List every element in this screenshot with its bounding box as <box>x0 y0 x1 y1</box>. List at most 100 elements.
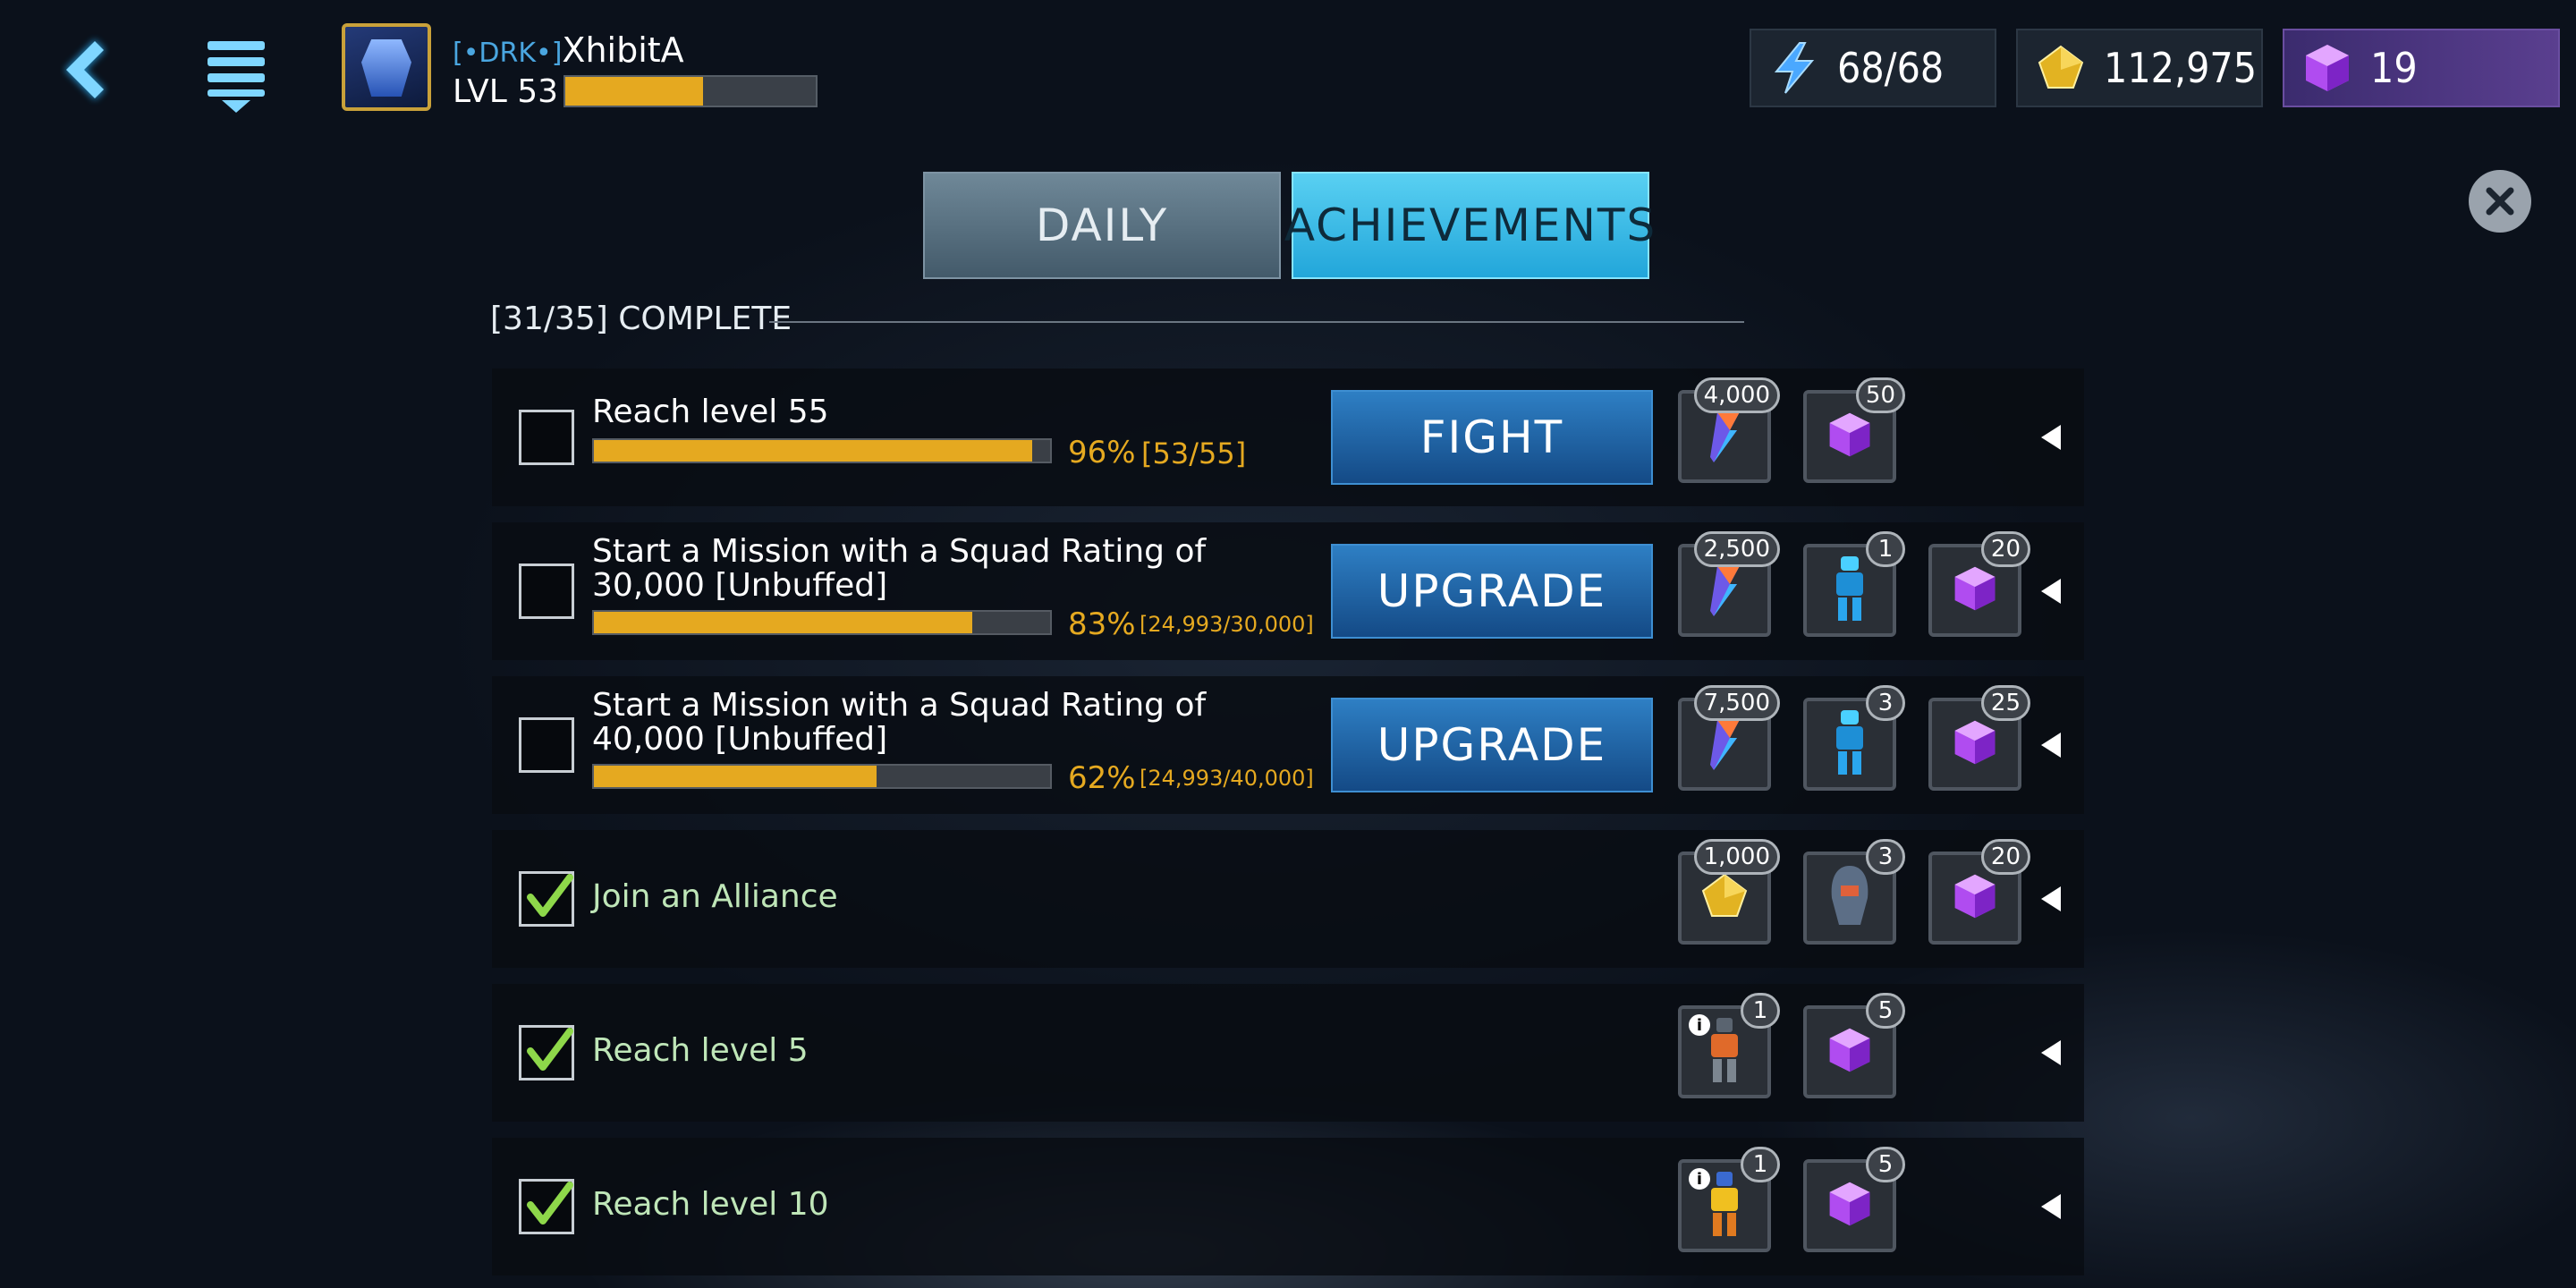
divider <box>769 321 1744 323</box>
gems-value: 19 <box>2370 44 2418 92</box>
tab-achievements[interactable]: ACHIEVEMENTS <box>1284 172 1655 279</box>
gem-cube-icon <box>1950 564 2000 617</box>
expand-arrow-icon[interactable] <box>2041 733 2061 758</box>
checkmark-icon <box>527 874 573 917</box>
reward-count: 1 <box>1866 531 1905 567</box>
progress-percent: 83% <box>1068 606 1136 642</box>
reward-slot[interactable]: 50 <box>1803 377 1905 483</box>
achievement-row[interactable]: Reach level 5 i15 <box>492 984 2084 1122</box>
gems-counter[interactable]: 19 <box>2283 29 2560 107</box>
reward-slot[interactable]: 1,000 <box>1678 839 1780 945</box>
reward-slot[interactable]: 2,500 <box>1678 531 1780 637</box>
achievement-title: Reach level 55 <box>592 394 829 430</box>
achievement-title: Start a Mission with a Squad Rating of 3… <box>592 533 1207 604</box>
alliance-tag: [•DRK•] <box>453 38 563 69</box>
achievement-title: Reach level 5 <box>592 1032 809 1069</box>
player-level: LVL 53 <box>453 73 559 110</box>
gem-cube-icon <box>1825 1025 1875 1079</box>
reward-slot[interactable]: 4,000 <box>1678 377 1780 483</box>
achievement-checkbox <box>519 871 574 927</box>
completion-summary: [31/35] COMPLETE <box>490 301 792 337</box>
achievement-row[interactable]: Start a Mission with a Squad Rating of 3… <box>492 522 2084 660</box>
expand-arrow-icon[interactable] <box>2041 425 2061 450</box>
achievement-checkbox <box>519 1179 574 1234</box>
hamburger-menu-icon <box>208 41 265 113</box>
reward-slot[interactable]: 3 <box>1803 685 1905 791</box>
progress-percent: 96% <box>1068 435 1136 470</box>
reward-slot[interactable]: 5 <box>1803 1147 1905 1252</box>
helmet-icon <box>1825 862 1875 934</box>
shard-icon <box>1698 557 1751 623</box>
reward-count: 5 <box>1866 1147 1905 1182</box>
expand-arrow-icon[interactable] <box>2041 1040 2061 1065</box>
reward-slot[interactable]: 7,500 <box>1678 685 1780 791</box>
reward-slot[interactable]: 1 <box>1803 531 1905 637</box>
reward-count: 1,000 <box>1693 839 1780 875</box>
progress-fraction: [53/55] <box>1141 436 1247 470</box>
progress-percent: 62% <box>1068 760 1136 796</box>
blue-bot-icon <box>1827 707 1872 782</box>
lightning-icon <box>1767 41 1821 95</box>
achievement-title: Reach level 10 <box>592 1186 829 1223</box>
reward-count: 2,500 <box>1693 531 1780 567</box>
shard-icon <box>1698 711 1751 777</box>
player-name: [•DRK•]XhibitA <box>453 30 684 70</box>
chevron-left-icon <box>64 39 106 100</box>
progress-fill <box>594 612 973 633</box>
checkmark-icon <box>527 1028 573 1071</box>
achievement-progress-bar <box>592 764 1052 789</box>
reward-slot[interactable]: 5 <box>1803 993 1905 1098</box>
expand-arrow-icon[interactable] <box>2041 579 2061 604</box>
achievement-checkbox <box>519 564 574 619</box>
reward-slot[interactable]: 20 <box>1928 531 2030 637</box>
expand-arrow-icon[interactable] <box>2041 886 2061 911</box>
reward-slot[interactable]: 25 <box>1928 685 2030 791</box>
gold-icon <box>2034 41 2088 95</box>
reward-count: 3 <box>1866 685 1905 721</box>
back-button[interactable] <box>52 34 114 106</box>
upgrade-button[interactable]: UPGRADE <box>1331 698 1653 792</box>
xp-bar <box>564 75 818 107</box>
upgrade-button[interactable]: UPGRADE <box>1331 544 1653 639</box>
gem-cube-icon <box>1825 410 1875 463</box>
gold-counter[interactable]: 112,975 <box>2016 29 2263 107</box>
achievement-title: Join an Alliance <box>592 878 838 915</box>
reward-slot[interactable]: i1 <box>1678 993 1780 1098</box>
tab-daily[interactable]: DAILY <box>923 172 1281 279</box>
gem-cube-icon <box>1950 871 2000 925</box>
info-icon[interactable]: i <box>1689 1168 1710 1190</box>
progress-fraction: [24,993/30,000] <box>1140 612 1314 637</box>
achievement-row[interactable]: Join an Alliance 1,000 3 20 <box>492 830 2084 968</box>
reward-slot[interactable]: i1 <box>1678 1147 1780 1252</box>
achievement-progress-bar <box>592 610 1052 635</box>
achievement-row[interactable]: Start a Mission with a Squad Rating of 4… <box>492 676 2084 814</box>
energy-counter[interactable]: 68/68 <box>1750 29 1996 107</box>
gem-cube-icon <box>2301 41 2354 95</box>
info-icon[interactable]: i <box>1689 1014 1710 1036</box>
reward-count: 3 <box>1866 839 1905 875</box>
shard-icon <box>1698 403 1751 470</box>
menu-button[interactable] <box>200 34 272 114</box>
reward-count: 20 <box>1980 531 2030 567</box>
achievement-checkbox <box>519 717 574 773</box>
close-icon <box>2486 187 2514 216</box>
expand-arrow-icon[interactable] <box>2041 1194 2061 1219</box>
blue-bot-icon <box>1827 553 1872 628</box>
achievement-row[interactable]: Reach level 55 96% [53/55] FIGHT 4,000 50 <box>492 369 2084 506</box>
player-avatar[interactable] <box>342 23 431 111</box>
reward-count: 25 <box>1980 685 2030 721</box>
progress-fraction: [24,993/40,000] <box>1140 766 1314 791</box>
gem-cube-icon <box>1950 717 2000 771</box>
achievement-title: Start a Mission with a Squad Rating of 4… <box>592 687 1207 758</box>
reward-slot[interactable]: 20 <box>1928 839 2030 945</box>
achievement-row[interactable]: Reach level 10 i 1 5 <box>492 1138 2084 1275</box>
autobot-portrait-icon <box>361 39 411 97</box>
fight-button[interactable]: FIGHT <box>1331 390 1653 485</box>
xp-bar-fill <box>565 77 703 106</box>
progress-fill <box>594 440 1032 462</box>
gem-cube-icon <box>1825 1179 1875 1233</box>
reward-count: 50 <box>1855 377 1905 413</box>
close-button[interactable] <box>2469 170 2531 233</box>
progress-fill <box>594 766 877 787</box>
reward-slot[interactable]: 3 <box>1803 839 1905 945</box>
